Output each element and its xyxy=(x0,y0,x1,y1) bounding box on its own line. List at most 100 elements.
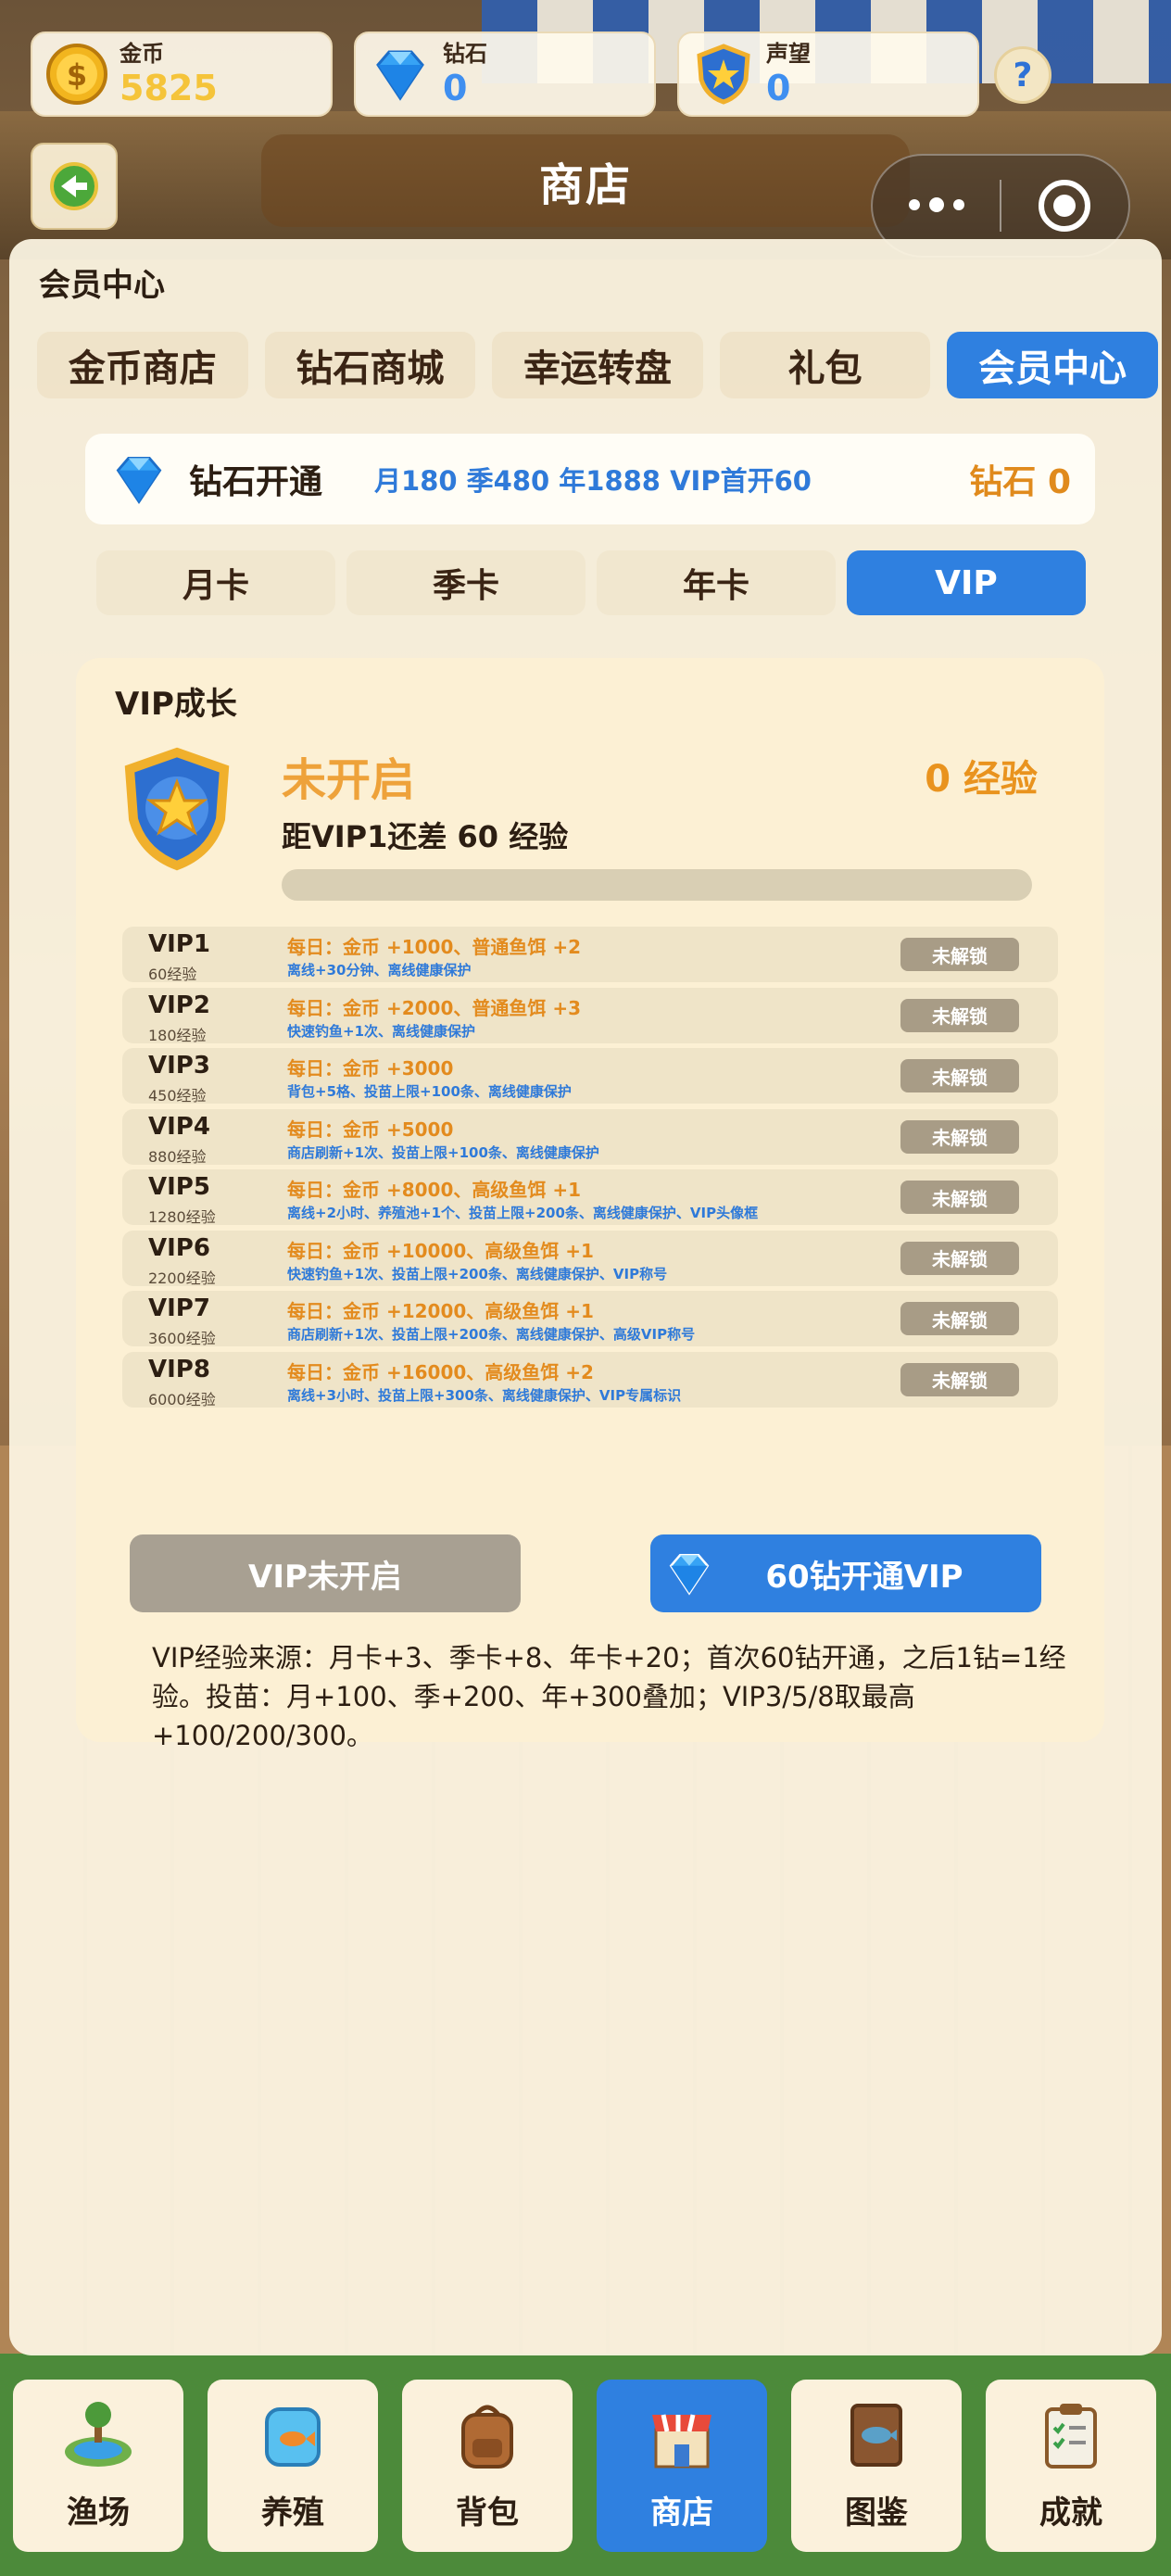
vip-exp-note: VIP经验来源：月卡+3、季卡+8、年卡+20；首次60钻开通，之后1钻=1经验… xyxy=(152,1642,1066,1751)
nav-collection[interactable]: 图鉴 xyxy=(791,2380,962,2552)
vip-level-perks: 离线+2小时、养殖池+1个、投苗上限+200条、离线健康保护、VIP头像框 xyxy=(287,1205,759,1221)
vip-level-row: VIP6 2200经验 每日：金币 +10000、高级鱼饵 +1 快速钓鱼+1次… xyxy=(122,1230,1058,1287)
vip-level-row: VIP3 450经验 每日：金币 +3000 背包+5格、投苗上限+100条、离… xyxy=(122,1048,1058,1105)
vip-level-lock-badge: 未解锁 xyxy=(900,1302,1019,1335)
gold-currency-card: $ 金币 5825 xyxy=(31,32,333,117)
diamond-balance: 钻石 0 xyxy=(969,463,1071,501)
vip-level-row: VIP8 6000经验 每日：金币 +16000、高级鱼饵 +2 离线+3小时、… xyxy=(122,1351,1058,1408)
tab-diamond-mall[interactable]: 钻石商城 xyxy=(264,332,476,398)
fish-tank-icon xyxy=(265,2407,321,2467)
gold-label: 金币 xyxy=(120,41,164,67)
vip-level-row: VIP4 880经验 每日：金币 +5000 商店刷新+1次、投苗上限+100条… xyxy=(122,1108,1058,1166)
prestige-currency-card: 声望 0 xyxy=(677,32,979,117)
vip-level-daily-reward: 每日：金币 +16000、高级鱼饵 +2 xyxy=(287,1360,594,1383)
vip-shield-icon xyxy=(124,747,230,871)
tab-lucky-wheel[interactable]: 幸运转盘 xyxy=(492,332,703,398)
vip-level-perks: 背包+5格、投苗上限+100条、离线健康保护 xyxy=(287,1083,572,1100)
svg-text:$: $ xyxy=(67,57,87,93)
gold-coin-icon: $ xyxy=(46,44,107,105)
more-dots-icon xyxy=(908,199,920,210)
vip-level-requirement: 180经验 xyxy=(148,1026,207,1044)
vip-level-daily-reward: 每日：金币 +8000、高级鱼饵 +1 xyxy=(287,1179,582,1201)
nav-aquaculture[interactable]: 养殖 xyxy=(208,2380,378,2552)
vip-exp: 0 经验 xyxy=(925,758,1038,801)
vip-level-requirement: 880经验 xyxy=(148,1147,207,1166)
subtab-season-card[interactable]: 季卡 xyxy=(346,550,586,615)
vip-level-daily-reward: 每日：金币 +5000 xyxy=(287,1118,454,1141)
page-title: 商店 xyxy=(538,159,632,211)
subtab-vip[interactable]: VIP xyxy=(847,550,1086,615)
nav-label: 养殖 xyxy=(261,2494,324,2532)
shop-panel: 会员中心 金币商店 钻石商城 幸运转盘 礼包 会员中心 钻石开通 月180 季4… xyxy=(9,239,1162,2355)
vip-level-name: VIP2 xyxy=(148,991,210,1019)
vip-level-row: VIP7 3600经验 每日：金币 +12000、高级鱼饵 +1 商店刷新+1次… xyxy=(122,1291,1058,1347)
vip-level-requirement: 450经验 xyxy=(148,1087,207,1105)
vip-level-list: VIP1 60经验 每日：金币 +1000、普通鱼饵 +2 离线+30分钟、离线… xyxy=(122,927,1058,1412)
tab-member-center[interactable]: 会员中心 xyxy=(947,332,1158,398)
nav-label: 图鉴 xyxy=(845,2494,908,2532)
diamond-value: 0 xyxy=(443,68,468,108)
backpack-icon xyxy=(461,2405,513,2469)
vip-level-lock-badge: 未解锁 xyxy=(900,1119,1019,1154)
vip-level-name: VIP6 xyxy=(148,1233,210,1262)
vip-level-name: VIP3 xyxy=(148,1052,210,1080)
nav-label: 渔场 xyxy=(67,2494,130,2532)
vip-level-row: VIP5 1280经验 每日：金币 +8000、高级鱼饵 +1 离线+2小时、养… xyxy=(122,1169,1058,1226)
title-plate: 商店 xyxy=(261,134,910,227)
vip-not-activated-button[interactable]: VIP未开启 xyxy=(130,1534,521,1612)
nav-shop[interactable]: 商店 xyxy=(597,2380,767,2552)
shop-icon xyxy=(652,2414,711,2469)
close-mini-program-button[interactable] xyxy=(1001,180,1128,232)
vip-level-requirement: 60经验 xyxy=(148,966,197,983)
diamond-unlock-bar: 钻石开通 月180 季480 年1888 VIP首开60 钻石 0 xyxy=(85,434,1095,524)
vip-level-perks: 商店刷新+1次、投苗上限+100条、离线健康保护 xyxy=(287,1143,599,1161)
vip-level-name: VIP4 xyxy=(148,1112,210,1141)
vip-level-requirement: 6000经验 xyxy=(148,1390,216,1408)
vip-level-daily-reward: 每日：金币 +12000、高级鱼饵 +1 xyxy=(287,1300,594,1322)
diamond-unlock-title: 钻石开通 xyxy=(189,463,323,501)
diamond-icon xyxy=(116,457,162,505)
vip-status: 未开启 xyxy=(282,754,416,806)
shop-tabs: 金币商店 钻石商城 幸运转盘 礼包 会员中心 xyxy=(37,332,1158,398)
vip-level-perks: 快速钓鱼+1次、投苗上限+200条、离线健康保护、VIP称号 xyxy=(287,1265,668,1282)
vip-level-row: VIP1 60经验 每日：金币 +1000、普通鱼饵 +2 离线+30分钟、离线… xyxy=(122,927,1058,983)
vip-level-name: VIP5 xyxy=(148,1173,210,1201)
vip-level-requirement: 1280经验 xyxy=(148,1208,216,1226)
vip-level-perks: 商店刷新+1次、投苗上限+200条、离线健康保护、高级VIP称号 xyxy=(287,1326,696,1343)
vip-level-daily-reward: 每日：金币 +10000、高级鱼饵 +1 xyxy=(287,1239,594,1262)
more-menu-button[interactable] xyxy=(873,197,1000,212)
membership-subtabs: 月卡 季卡 年卡 VIP xyxy=(91,550,1091,615)
section-label: 会员中心 xyxy=(39,267,165,304)
nav-label: 成就 xyxy=(1039,2494,1102,2532)
vip-level-daily-reward: 每日：金币 +3000 xyxy=(287,1057,454,1080)
vip-level-perks: 快速钓鱼+1次、离线健康保护 xyxy=(287,1022,476,1040)
diamond-unlock-prices: 月180 季480 年1888 VIP首开60 xyxy=(374,465,812,497)
subtab-monthly-card[interactable]: 月卡 xyxy=(96,550,335,615)
help-button[interactable]: ? xyxy=(994,46,1051,104)
activate-vip-label: 60钻开通VIP xyxy=(765,1558,963,1596)
back-arrow-icon xyxy=(50,162,98,210)
nav-label: 商店 xyxy=(650,2494,713,2532)
nav-backpack[interactable]: 背包 xyxy=(402,2380,573,2552)
tab-gold-shop[interactable]: 金币商店 xyxy=(37,332,248,398)
book-icon xyxy=(850,2404,902,2467)
prestige-shield-icon xyxy=(697,44,750,105)
vip-level-lock-badge: 未解锁 xyxy=(900,1059,1019,1092)
pond-icon xyxy=(65,2402,132,2467)
nav-achievements[interactable]: 成就 xyxy=(986,2380,1156,2552)
tab-gift-pack[interactable]: 礼包 xyxy=(719,332,931,398)
nav-fishing-ground[interactable]: 渔场 xyxy=(13,2380,183,2552)
diamond-icon xyxy=(376,50,424,101)
vip-progress-bar xyxy=(282,869,1032,901)
diamond-currency-card: 钻石 0 xyxy=(354,32,656,117)
bottom-navigation: 渔场 养殖 背包 商店 图鉴 成就 xyxy=(0,2365,1171,2576)
vip-level-perks: 离线+3小时、投苗上限+300条、离线健康保护、VIP专属标识 xyxy=(287,1386,682,1404)
subtab-annual-card[interactable]: 年卡 xyxy=(597,550,836,615)
activate-vip-button[interactable]: 60钻开通VIP xyxy=(650,1534,1041,1612)
vip-level-name: VIP1 xyxy=(148,930,210,958)
clipboard-icon xyxy=(1045,2404,1097,2469)
vip-level-lock-badge: 未解锁 xyxy=(900,1181,1019,1214)
vip-exp-gap: 距VIP1还差 60 经验 xyxy=(282,819,569,854)
back-button[interactable] xyxy=(31,143,118,230)
diamond-icon xyxy=(669,1554,710,1596)
